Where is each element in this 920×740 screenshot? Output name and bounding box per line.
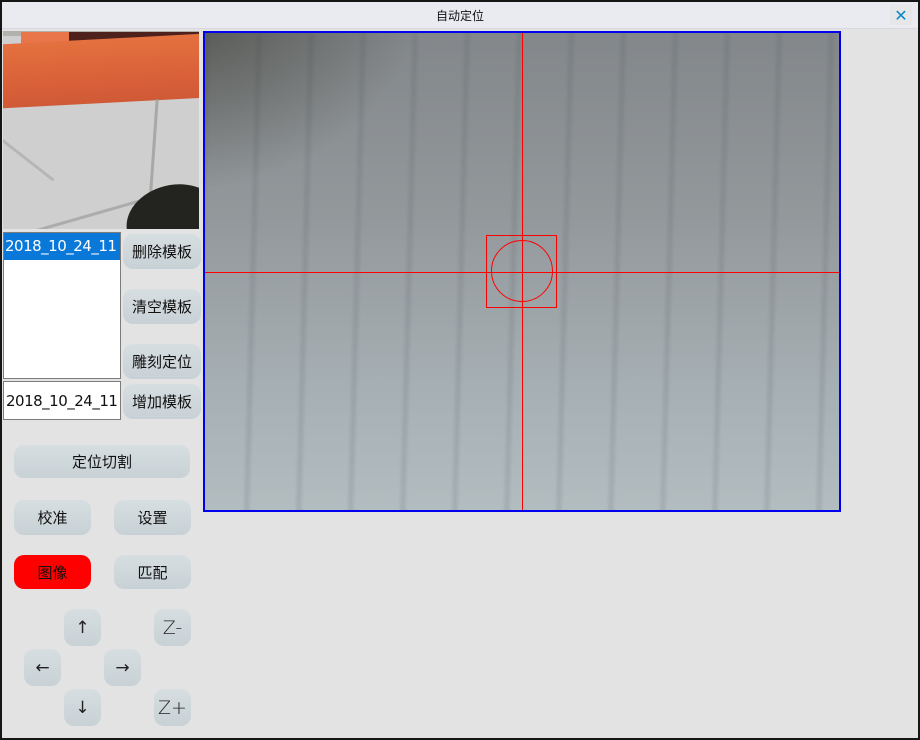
template-name-input[interactable] <box>3 381 121 420</box>
template-thumbnail <box>3 31 199 229</box>
template-list-item[interactable]: 2018_10_24_11 <box>4 233 120 260</box>
target-circle <box>491 240 553 302</box>
auto-position-window: 自动定位 ✕ 2018_10_24_11 删除模板 清空模板 雕刻定位 增加模板… <box>0 0 920 740</box>
image-button[interactable]: 图像 <box>14 555 91 589</box>
jog-z-minus-button[interactable]: Z- <box>154 609 191 646</box>
close-icon[interactable]: ✕ <box>890 5 912 25</box>
delete-template-button[interactable]: 删除模板 <box>123 234 201 269</box>
jog-up-button[interactable]: ↑ <box>64 609 101 646</box>
template-list: 2018_10_24_11 <box>3 232 121 379</box>
camera-view[interactable] <box>203 31 841 512</box>
jog-left-button[interactable]: ← <box>24 649 61 686</box>
clear-template-button[interactable]: 清空模板 <box>123 289 201 324</box>
settings-button[interactable]: 设置 <box>114 500 191 535</box>
engrave-position-button[interactable]: 雕刻定位 <box>123 344 201 379</box>
add-template-button[interactable]: 增加模板 <box>123 384 201 419</box>
thumbnail-tile-line-diagonal2 <box>3 124 54 182</box>
window-title: 自动定位 <box>436 7 484 24</box>
title-bar: 自动定位 ✕ <box>2 2 918 29</box>
match-button[interactable]: 匹配 <box>114 555 191 589</box>
jog-z-plus-button[interactable]: Z+ <box>154 689 191 726</box>
calibrate-button[interactable]: 校准 <box>14 500 91 535</box>
jog-down-button[interactable]: ↓ <box>64 689 101 726</box>
position-cut-button[interactable]: 定位切割 <box>14 445 190 478</box>
jog-right-button[interactable]: → <box>104 649 141 686</box>
thumbnail-orange-beam <box>3 33 199 108</box>
